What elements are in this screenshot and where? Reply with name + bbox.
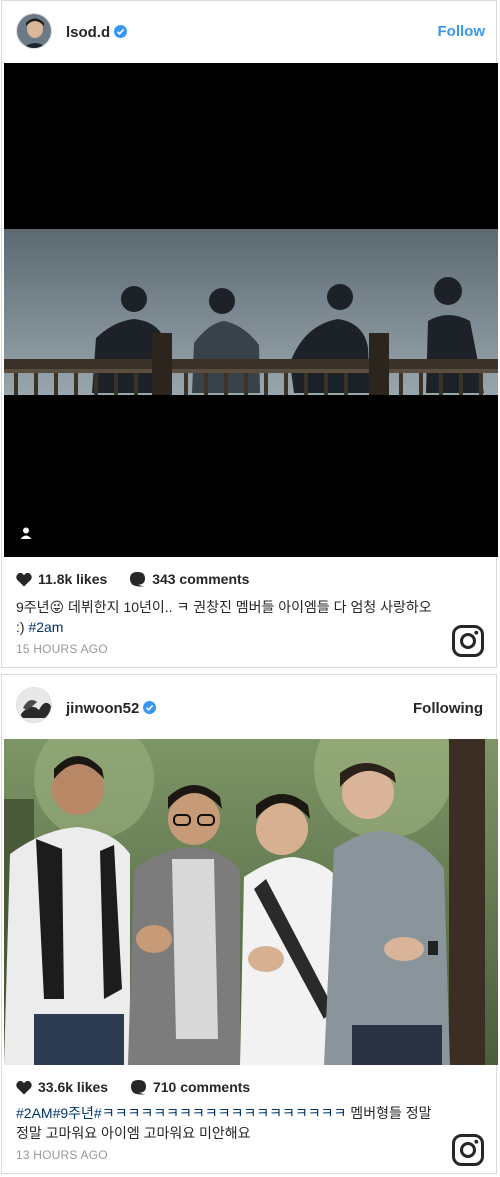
verified-badge-icon — [114, 25, 128, 38]
likes-count[interactable]: 11.8k likes — [38, 571, 107, 587]
avatar[interactable] — [16, 13, 52, 49]
follow-button[interactable]: Follow — [438, 23, 486, 40]
post-header: jinwoon52 Following — [2, 675, 496, 737]
post-caption: #2AM#9주년#ㅋㅋㅋㅋㅋㅋㅋㅋㅋㅋㅋㅋㅋㅋㅋㅋㅋㅋㅋ 멤버형들 정말정말 고… — [16, 1105, 432, 1141]
hashtag-link[interactable]: #2AM#9주년#ㅋㅋㅋㅋㅋㅋㅋㅋㅋㅋㅋㅋㅋㅋㅋㅋㅋㅋㅋ — [16, 1105, 346, 1121]
comment-bubble-icon[interactable] — [129, 571, 146, 590]
post-timestamp: 15 HOURS AGO — [16, 642, 108, 656]
likes-count[interactable]: 33.6k likes — [38, 1079, 108, 1095]
verified-badge-icon — [143, 701, 157, 714]
post-caption: 9주년😜 데뷔한지 10년이.. ㅋ 권창진 멤버들 아이엠들 다 엄청 사랑하… — [16, 599, 432, 635]
username[interactable]: jinwoon52 — [66, 700, 157, 717]
post-image[interactable] — [4, 739, 498, 1065]
heart-icon[interactable] — [16, 572, 32, 590]
avatar[interactable] — [16, 687, 52, 723]
instagram-logo-icon[interactable] — [452, 1134, 484, 1171]
post-card-1: lsod.d Follow 11.8k likes 343 comments 9… — [1, 0, 498, 668]
post-image[interactable] — [4, 63, 498, 557]
heart-icon[interactable] — [16, 1080, 32, 1098]
username[interactable]: lsod.d — [66, 24, 128, 41]
comments-count[interactable]: 710 comments — [153, 1079, 250, 1095]
post-card-2: jinwoon52 Following 33.6k likes 710 comm… — [1, 674, 498, 1174]
hashtag-link[interactable]: #2am — [28, 619, 63, 635]
comments-count[interactable]: 343 comments — [152, 571, 249, 587]
user-tag-icon[interactable] — [20, 526, 32, 544]
post-header: lsod.d Follow — [2, 1, 496, 63]
following-button[interactable]: Following — [413, 700, 483, 717]
instagram-logo-icon[interactable] — [452, 625, 484, 662]
post-timestamp: 13 HOURS AGO — [16, 1148, 108, 1162]
post-actions: 11.8k likes 343 comments — [16, 571, 249, 590]
post-actions: 33.6k likes 710 comments — [16, 1079, 250, 1098]
comment-bubble-icon[interactable] — [130, 1079, 147, 1098]
